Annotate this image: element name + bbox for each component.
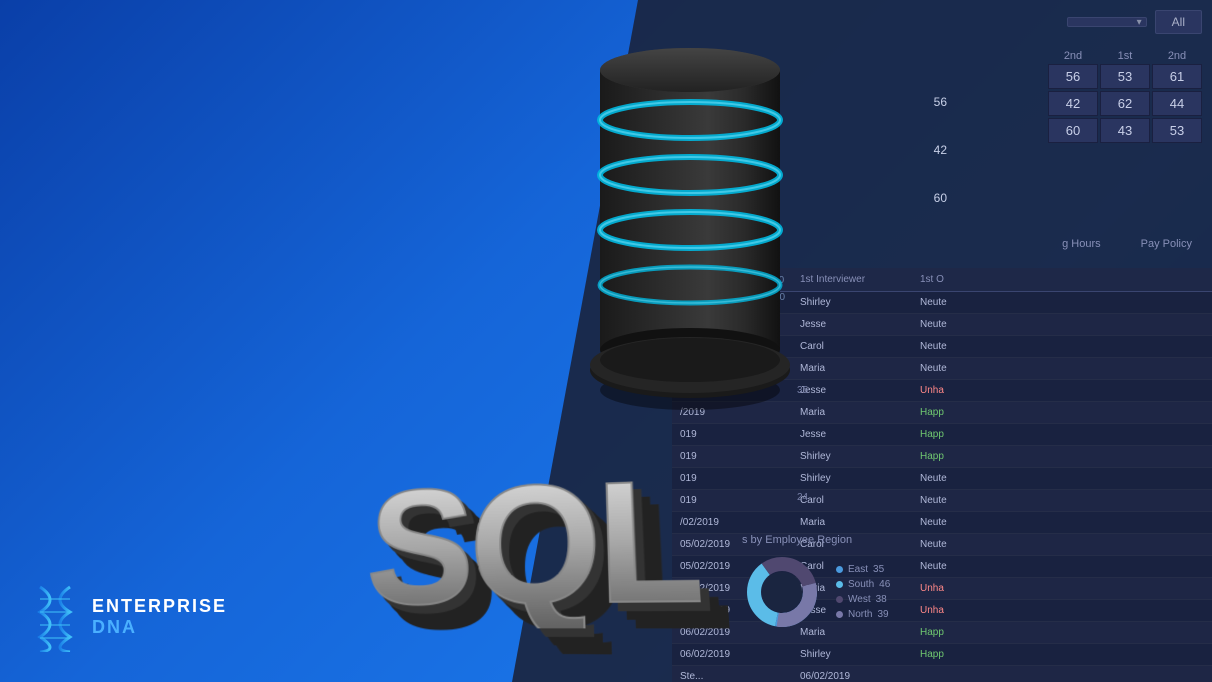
header-outcome: 1st O	[912, 272, 972, 287]
num-43: 43	[1100, 118, 1150, 143]
sql-svg: SQL	[354, 443, 702, 629]
legend-val-south: 46	[879, 579, 890, 590]
legend-dot-west	[836, 596, 843, 603]
legend-val-west: 38	[876, 594, 887, 605]
all-label[interactable]: All	[1155, 10, 1202, 34]
database-cylinder	[580, 10, 800, 415]
legend-dot-south	[836, 581, 843, 588]
cell-interviewer: Shirley	[792, 295, 912, 310]
hours-paypolicy-headers: g Hours Pay Policy	[1062, 238, 1192, 250]
val-42: 42	[934, 143, 947, 157]
cell-outcome: Neute	[912, 317, 972, 332]
cell-interviewer: Shirley	[792, 449, 912, 464]
chart-title: s by Employee Region	[742, 534, 852, 546]
donut-chart	[742, 552, 822, 632]
cell-interviewer: Jesse	[792, 427, 912, 442]
sql-3d-text: SQL	[354, 443, 703, 634]
table-row: Ste... 06/02/2019	[672, 666, 1212, 682]
cell-interviewer: Jesse	[792, 317, 912, 332]
cell-outcome-happy3: Happ	[912, 449, 972, 464]
chart-legend: East 35 South 46 West 38	[836, 564, 890, 620]
dna-icon	[30, 582, 80, 652]
num-53: 53	[1100, 64, 1150, 89]
num-61: 61	[1152, 64, 1202, 89]
cell-date: 06/02/2019	[672, 647, 792, 662]
num-62: 62	[1100, 91, 1150, 116]
logo-text: ENTERPRISE DNA	[92, 596, 227, 638]
num-60: 60	[1048, 118, 1098, 143]
cell-outcome-neute: Neute	[912, 471, 972, 486]
logo-area: ENTERPRISE DNA	[30, 582, 227, 652]
legend-label-east: East	[848, 564, 868, 575]
cell-interviewer: Carol	[792, 493, 912, 508]
legend-north: North 39	[836, 609, 890, 620]
num-42: 42	[1048, 91, 1098, 116]
cell-outcome-neute3: Neute	[912, 515, 972, 530]
cell-outcome-happy: Happ	[912, 405, 972, 420]
pay-policy-col-header: Pay Policy	[1141, 238, 1192, 250]
dna-label: DNA	[92, 617, 227, 638]
legend-west: West 38	[836, 594, 890, 605]
db-svg	[580, 10, 800, 410]
cell-outcome-happy2: Happ	[912, 427, 972, 442]
cell-interviewer: Shirley	[792, 647, 912, 662]
legend-south: South 46	[836, 579, 890, 590]
filter-dropdown[interactable]	[1067, 17, 1147, 27]
legend-dot-east	[836, 566, 843, 573]
bar-24-label: 24	[797, 492, 808, 503]
cell-outcome-happy5: Happ	[912, 647, 972, 662]
cell-interviewer: Shirley	[792, 471, 912, 486]
top-bar: All	[1067, 10, 1202, 34]
table-row: 019 Carol Neute	[672, 490, 1212, 512]
table-row: 019 Shirley Neute	[672, 468, 1212, 490]
legend-val-north: 39	[877, 609, 888, 620]
num-44: 44	[1152, 91, 1202, 116]
cell-interviewer: Jesse	[792, 383, 912, 398]
table-row: /02/2019 Maria Neute	[672, 512, 1212, 534]
legend-label-west: West	[848, 594, 871, 605]
cell-outcome-neute4: Neute	[912, 537, 972, 552]
legend-dot-north	[836, 611, 843, 618]
cell-outcome-neute2: Neute	[912, 493, 972, 508]
cell-date: 019	[672, 427, 792, 442]
legend-label-north: North	[848, 609, 872, 620]
svg-text:SQL: SQL	[363, 445, 702, 628]
table-row: 06/02/2019 Shirley Happ	[672, 644, 1212, 666]
col-1st-header: 1st	[1100, 50, 1150, 62]
cell-interviewer: Maria	[792, 405, 912, 420]
chart-wrapper: East 35 South 46 West 38	[742, 552, 1082, 632]
cell-outcome-unhappy: Unha	[912, 383, 972, 398]
cell-interviewer: Carol	[792, 339, 912, 354]
numbers-section: 2nd 1st 2nd 56 53 61 42 62 44 60 43 53	[1048, 50, 1202, 145]
cell-outcome: Neute	[912, 339, 972, 354]
legend-val-east: 35	[873, 564, 884, 575]
cell-interviewer: Maria	[792, 515, 912, 530]
cell-name-ste: Ste...	[672, 669, 792, 682]
cell-outcome: Neute	[912, 295, 972, 310]
col-2nd2-header: 2nd	[1152, 50, 1202, 62]
col-2nd-header: 2nd	[1048, 50, 1098, 62]
header-interviewer: 1st Interviewer	[792, 272, 912, 287]
table-row: 019 Jesse Happ	[672, 424, 1212, 446]
num-53b: 53	[1152, 118, 1202, 143]
cell-extra	[912, 669, 972, 682]
val-56: 56	[934, 95, 947, 109]
num-56: 56	[1048, 64, 1098, 89]
legend-east: East 35	[836, 564, 890, 575]
table-row: 019 Shirley Happ	[672, 446, 1212, 468]
val-60: 60	[934, 191, 947, 205]
cell-interviewer: Maria	[792, 361, 912, 376]
legend-label-south: South	[848, 579, 874, 590]
cell-outcome: Neute	[912, 361, 972, 376]
main-container: All 2nd 1st 2nd 56 53 61 42 62 44	[0, 0, 1212, 682]
cell-date-06: 06/02/2019	[792, 669, 912, 682]
enterprise-label: ENTERPRISE	[92, 596, 227, 617]
chart-section: s by Employee Region	[742, 552, 1082, 632]
hours-col-header: g Hours	[1062, 238, 1101, 250]
